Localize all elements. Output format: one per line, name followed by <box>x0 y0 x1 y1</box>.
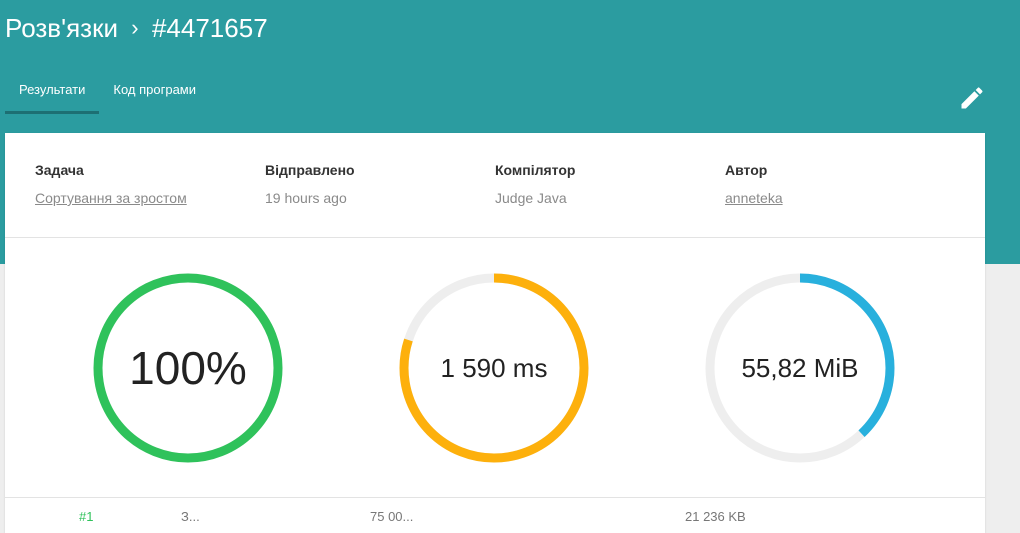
submission-meta: Задача Сортування за зростом Відправлено… <box>5 133 985 238</box>
meta-task: Задача Сортування за зростом <box>35 162 187 206</box>
meta-compiler: Компілятор Judge Java <box>495 162 575 206</box>
breadcrumb-submission-id: #4471657 <box>151 12 268 43</box>
edit-button[interactable] <box>958 84 986 112</box>
tab-bar: Результати Код програми <box>5 68 210 114</box>
meta-author-label: Автор <box>725 162 768 178</box>
score-gauge: 100% <box>91 271 285 465</box>
pencil-icon <box>961 87 983 109</box>
meta-compiler-value: Judge Java <box>495 190 567 206</box>
results-divider <box>5 497 985 498</box>
breadcrumb-separator: › <box>131 15 139 40</box>
score-value: 100% <box>129 342 247 394</box>
meta-author-link[interactable]: anneteka <box>725 190 783 206</box>
meta-task-label: Задача <box>35 162 84 178</box>
tab-source-code[interactable]: Код програми <box>99 68 210 114</box>
breadcrumb-solutions-link[interactable]: Розв'язки <box>5 13 118 44</box>
tab-results[interactable]: Результати <box>5 68 100 114</box>
time-gauge: 1 590 ms <box>397 271 591 465</box>
breadcrumb: Розв'язки › #4471657 <box>5 12 268 44</box>
result-row-memory: 21 236 KB <box>685 509 746 524</box>
meta-sent: Відправлено 19 hours ago <box>265 162 355 206</box>
time-value: 1 590 ms <box>440 352 548 383</box>
meta-sent-value: 19 hours ago <box>265 190 347 206</box>
submission-card: Задача Сортування за зростом Відправлено… <box>5 133 985 533</box>
result-row-status: З... <box>181 509 200 524</box>
memory-value: 55,82 MiB <box>741 352 859 383</box>
meta-sent-label: Відправлено <box>265 162 355 178</box>
meta-task-link[interactable]: Сортування за зростом <box>35 190 187 206</box>
meta-compiler-label: Компілятор <box>495 162 576 178</box>
meta-author: Автор anneteka <box>725 162 783 206</box>
result-row-number: #1 <box>79 509 94 524</box>
memory-gauge: 55,82 MiB <box>703 271 897 465</box>
result-row-time: 75 00... <box>370 509 414 524</box>
